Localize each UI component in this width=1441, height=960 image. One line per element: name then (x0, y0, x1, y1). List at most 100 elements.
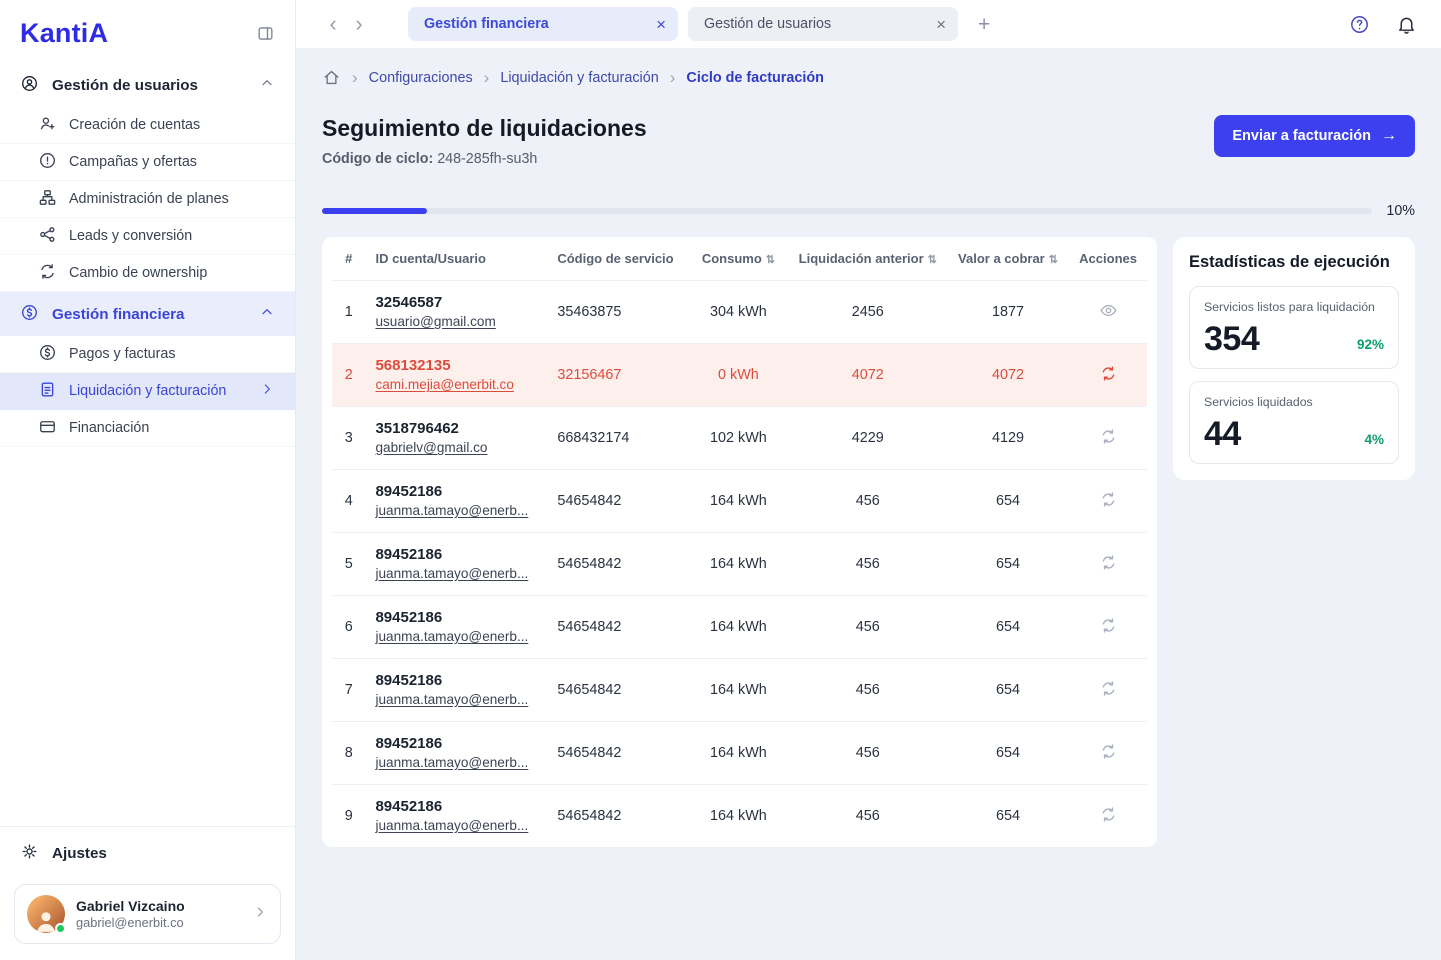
account-user-link[interactable]: juanma.tamayo@enerb... (375, 629, 528, 644)
sort-icon[interactable]: ⇅ (928, 254, 937, 266)
cell-amount-due: 4129 (946, 406, 1070, 470)
sidebar-item-pagos-facturas[interactable]: Pagos y facturas (0, 336, 295, 373)
breadcrumb-separator: › (352, 68, 358, 87)
sidebar-section-gestion-financiera[interactable]: Gestión financiera (0, 292, 295, 336)
cell-previous-settlement: 456 (788, 469, 947, 533)
cell-service-code: 35463875 (547, 280, 689, 344)
bell-icon[interactable] (1396, 14, 1417, 35)
sidebar-item-liquidacion-facturacion[interactable]: Liquidación y facturación (0, 373, 295, 410)
sidebar-nav: Gestión de usuarios Creación de cuentas … (0, 63, 295, 826)
cell-previous-settlement: 4229 (788, 406, 947, 470)
sidebar-item-label: Creación de cuentas (69, 117, 201, 133)
user-add-icon (38, 114, 57, 137)
new-tab-button[interactable]: + (978, 14, 990, 35)
back-button[interactable]: ‹ (320, 13, 346, 35)
retry-icon[interactable] (1099, 364, 1118, 383)
table-row: 4 89452186 juanma.tamayo@enerb... 546548… (332, 469, 1147, 533)
retry-icon[interactable] (1099, 616, 1118, 635)
send-to-billing-button[interactable]: Enviar a facturación → (1214, 115, 1415, 157)
help-icon[interactable] (1349, 14, 1370, 35)
account-user-link[interactable]: juanma.tamayo@enerb... (375, 503, 528, 518)
main-area: ‹ › Gestión financiera × Gestión de usua… (296, 0, 1441, 960)
retry-icon[interactable] (1099, 553, 1118, 572)
sidebar-item-label: Cambio de ownership (69, 265, 208, 281)
payments-icon (38, 343, 57, 366)
account-user-link[interactable]: usuario@gmail.com (375, 314, 495, 329)
column-header-account: ID cuenta/Usuario (375, 251, 486, 266)
execution-stats-panel: Estadísticas de ejecución Servicios list… (1173, 237, 1415, 480)
breadcrumb-configuraciones[interactable]: Configuraciones (369, 70, 473, 86)
column-header-num: # (345, 251, 353, 266)
account-user-link[interactable]: juanma.tamayo@enerb... (375, 566, 528, 581)
user-card[interactable]: Gabriel Vizcaino gabriel@enerbit.co (14, 884, 281, 944)
sort-icon[interactable]: ⇅ (766, 254, 775, 266)
sort-icon[interactable]: ⇅ (1049, 254, 1058, 266)
account-user-link[interactable]: juanma.tamayo@enerb... (375, 692, 528, 707)
sidebar-item-leads-conversion[interactable]: Leads y conversión (0, 218, 295, 255)
sidebar-item-cambio-ownership[interactable]: Cambio de ownership (0, 255, 295, 292)
sidebar: KantiA Gestión de usuarios Creación de c… (0, 0, 296, 960)
alert-circle-icon (38, 151, 57, 174)
cell-service-code: 54654842 (547, 721, 689, 785)
breadcrumb-liquidacion[interactable]: Liquidación y facturación (500, 70, 658, 86)
forward-button[interactable]: › (346, 13, 372, 35)
body-grid: # ID cuenta/Usuario Código de servicio C… (322, 237, 1415, 847)
account-id: 32546587 (375, 294, 443, 311)
account-user-link[interactable]: juanma.tamayo@enerb... (375, 818, 528, 833)
sidebar-item-label: Liquidación y facturación (69, 383, 227, 399)
sidebar-item-campanas-ofertas[interactable]: Campañas y ofertas (0, 144, 295, 181)
account-user-link[interactable]: gabrielv@gmail.co (375, 440, 487, 455)
section-label: Gestión financiera (52, 305, 185, 323)
retry-icon[interactable] (1099, 490, 1118, 509)
sidebar-item-label: Pagos y facturas (69, 346, 176, 362)
cell-consumption: 102 kWh (688, 406, 789, 470)
tab-gestion-financiera[interactable]: Gestión financiera × (408, 7, 678, 41)
account-user-link[interactable]: cami.mejia@enerbit.co (375, 377, 513, 392)
column-header-amount-due[interactable]: Valor a cobrar ⇅ (947, 237, 1069, 281)
cell-previous-settlement: 456 (788, 658, 947, 722)
table-header-row: # ID cuenta/Usuario Código de servicio C… (332, 237, 1147, 281)
account-id: 89452186 (375, 609, 443, 626)
cell-amount-due: 1877 (946, 280, 1070, 344)
account-id: 89452186 (375, 798, 443, 815)
cell-account: 568132135 cami.mejia@enerbit.co (365, 343, 548, 407)
cell-actions (1069, 406, 1147, 470)
tab-label: Gestión financiera (424, 16, 549, 32)
sidebar-item-financiacion[interactable]: Financiación (0, 410, 295, 447)
cell-consumption: 164 kWh (688, 595, 789, 659)
close-icon[interactable]: × (656, 16, 666, 33)
sidebar-item-ajustes[interactable]: Ajustes (0, 827, 295, 880)
account-id: 89452186 (375, 672, 443, 689)
sidebar-item-administracion-planes[interactable]: Administración de planes (0, 181, 295, 218)
progress-fill (322, 208, 428, 214)
cell-actions (1069, 721, 1147, 785)
sidebar-item-creacion-cuentas[interactable]: Creación de cuentas (0, 107, 295, 144)
settings-label: Ajustes (52, 845, 107, 862)
cell-service-code: 54654842 (547, 784, 689, 847)
account-id: 3518796462 (375, 420, 459, 437)
retry-icon[interactable] (1099, 805, 1118, 824)
close-icon[interactable]: × (936, 16, 946, 33)
logo-row: KantiA (0, 0, 295, 63)
sidebar-bottom: Ajustes Gabriel Vizcaino gabriel@enerbit… (0, 826, 295, 960)
cell-actions (1069, 469, 1147, 533)
cell-amount-due: 654 (946, 469, 1070, 533)
home-icon[interactable] (322, 68, 341, 87)
cell-row-number: 9 (332, 784, 366, 847)
retry-icon[interactable] (1099, 427, 1118, 446)
tab-gestion-usuarios[interactable]: Gestión de usuarios × (688, 7, 958, 41)
retry-icon[interactable] (1099, 679, 1118, 698)
column-header-consumption[interactable]: Consumo ⇅ (688, 237, 789, 281)
account-user-link[interactable]: juanma.tamayo@enerb... (375, 755, 528, 770)
cell-previous-settlement: 2456 (788, 280, 947, 344)
view-icon[interactable] (1099, 301, 1118, 320)
account-id: 89452186 (375, 483, 443, 500)
column-header-previous-settlement[interactable]: Liquidación anterior ⇅ (789, 237, 947, 281)
cell-previous-settlement: 456 (788, 784, 947, 847)
cell-row-number: 1 (332, 280, 366, 344)
account-id: 568132135 (375, 357, 451, 374)
retry-icon[interactable] (1099, 742, 1118, 761)
collapse-sidebar-icon[interactable] (256, 24, 275, 43)
sidebar-section-gestion-usuarios[interactable]: Gestión de usuarios (0, 63, 295, 107)
breadcrumb-separator: › (483, 68, 490, 87)
